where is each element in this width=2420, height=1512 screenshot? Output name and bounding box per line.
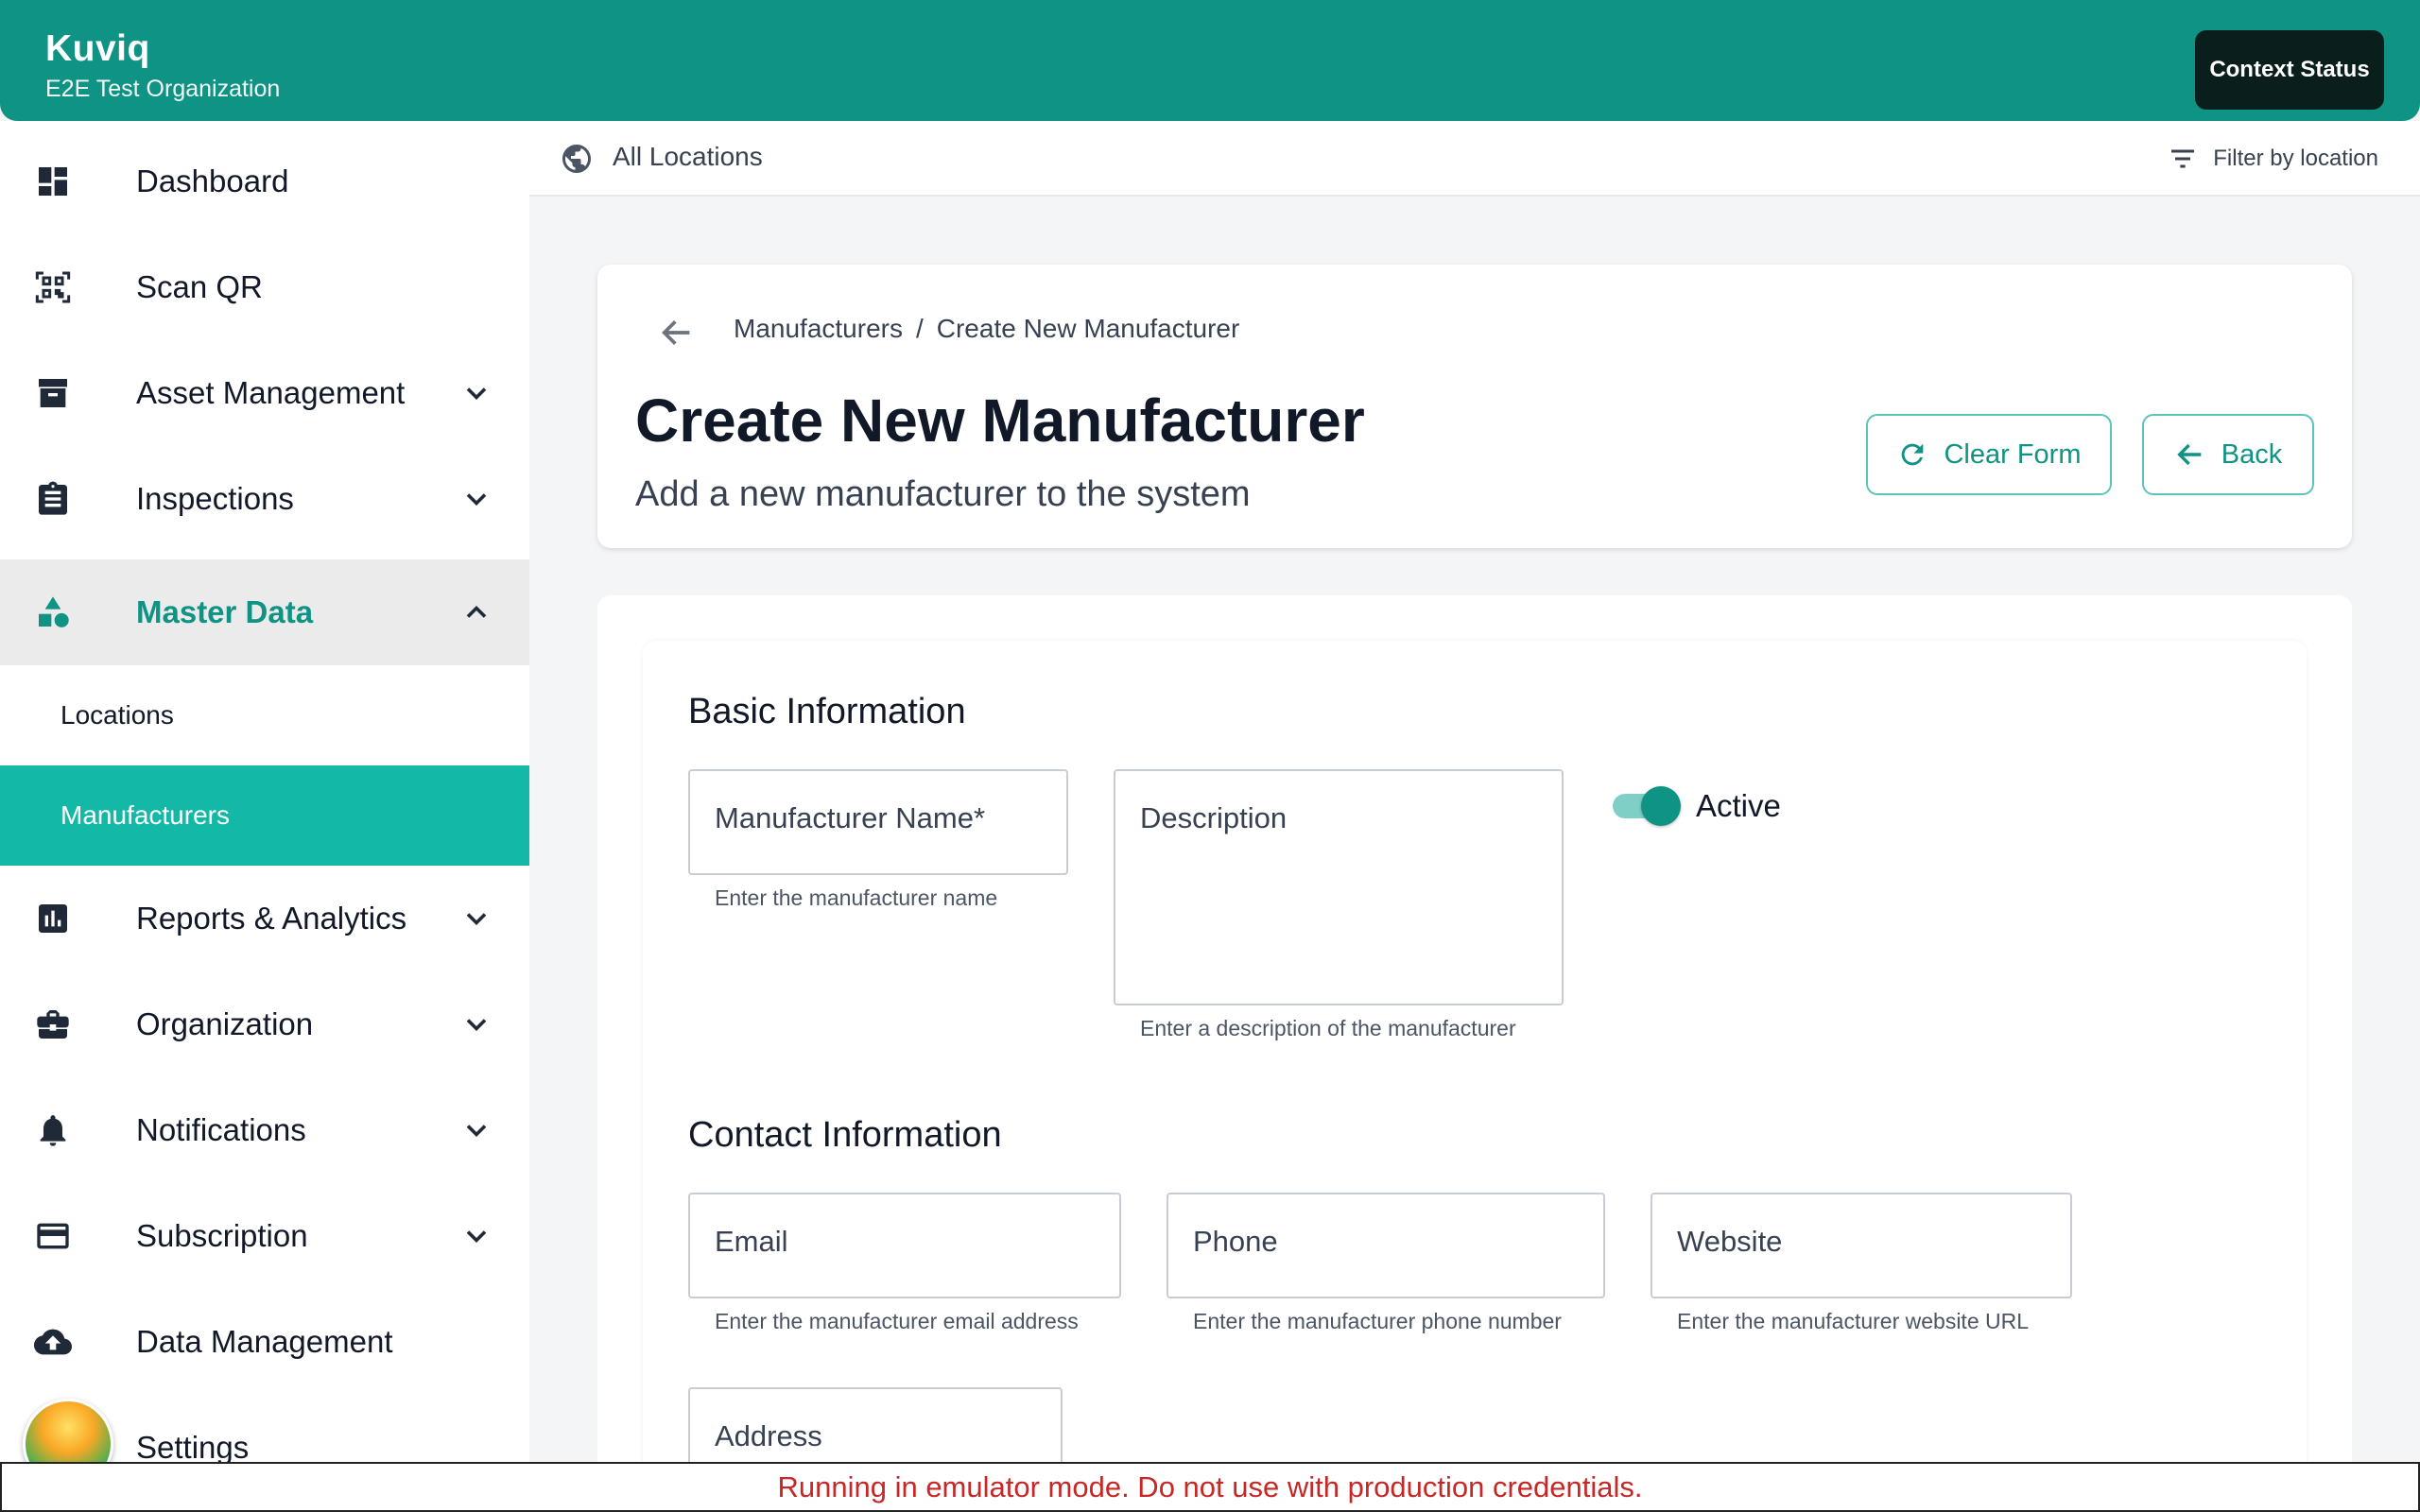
manufacturer-name-placeholder: Manufacturer Name*: [715, 801, 986, 834]
location-selector[interactable]: All Locations: [613, 142, 763, 172]
qr-scan-icon: [32, 266, 74, 308]
sidebar-item-label: Dashboard: [136, 163, 289, 198]
email-helper: Enter the manufacturer email address: [715, 1309, 1079, 1333]
context-status-button[interactable]: Context Status: [2195, 30, 2384, 110]
contact-information-heading: Contact Information: [688, 1115, 1002, 1155]
basic-information-heading: Basic Information: [688, 692, 966, 731]
chevron-up-icon: [466, 605, 487, 618]
brand: Kuviq E2E Test Organization: [45, 28, 280, 103]
chevron-down-icon: [466, 1019, 487, 1032]
filter-by-location-button[interactable]: Filter by location: [2168, 144, 2378, 174]
page-subtitle: Add a new manufacturer to the system: [635, 474, 1251, 514]
chevron-down-icon: [466, 1125, 487, 1138]
sidebar-item-scan-qr[interactable]: Scan QR: [0, 234, 529, 340]
breadcrumb-separator: /: [915, 314, 924, 343]
sidebar-subitem-label: Manufacturers: [60, 800, 230, 830]
refresh-icon: [1902, 443, 1924, 466]
archive-box-icon: [32, 372, 74, 414]
sidebar-item-label: Subscription: [136, 1218, 308, 1253]
sidebar-item-inspections[interactable]: Inspections: [0, 446, 529, 552]
sidebar-item-subscription[interactable]: Subscription: [0, 1183, 529, 1289]
cloud-upload-icon: [32, 1321, 74, 1363]
credit-card-icon: [32, 1215, 74, 1257]
address-placeholder: Address: [715, 1419, 822, 1452]
sidebar-item-label: Asset Management: [136, 375, 406, 410]
sidebar-item-master-data[interactable]: Master Data: [0, 559, 529, 665]
sidebar: Dashboard Scan QR Asset Management Inspe…: [0, 121, 529, 1512]
description-helper: Enter a description of the manufacturer: [1140, 1016, 1516, 1040]
sidebar-item-organization[interactable]: Organization: [0, 971, 529, 1077]
filter-label: Filter by location: [2213, 146, 2378, 171]
phone-helper: Enter the manufacturer phone number: [1193, 1309, 1562, 1333]
website-helper: Enter the manufacturer website URL: [1677, 1309, 2030, 1333]
back-button[interactable]: Back: [2142, 414, 2314, 495]
shapes-icon: [32, 592, 74, 633]
app-header: Kuviq E2E Test Organization Context Stat…: [0, 0, 2420, 121]
sidebar-subitem-manufacturers[interactable]: Manufacturers: [0, 765, 529, 866]
sidebar-item-data-management[interactable]: Data Management: [0, 1289, 529, 1395]
sidebar-item-dashboard[interactable]: Dashboard: [0, 129, 529, 234]
chevron-down-icon: [466, 387, 487, 401]
sidebar-item-label: Data Management: [136, 1324, 393, 1359]
sidebar-item-label: Inspections: [136, 481, 294, 516]
bell-icon: [32, 1109, 74, 1151]
phone-placeholder: Phone: [1193, 1225, 1278, 1258]
breadcrumb: Manufacturers / Create New Manufacturer: [734, 314, 1239, 344]
form-card: [597, 595, 2352, 1512]
briefcase-icon: [32, 1004, 74, 1045]
emulator-warning-banner: Running in emulator mode. Do not use wit…: [0, 1462, 2420, 1512]
clipboard-icon: [32, 478, 74, 520]
clear-form-button[interactable]: Clear Form: [1866, 414, 2112, 495]
sidebar-item-label: Organization: [136, 1006, 314, 1041]
sidebar-item-reports-analytics[interactable]: Reports & Analytics: [0, 866, 529, 971]
toggle-knob: [1641, 786, 1681, 826]
website-placeholder: Website: [1677, 1225, 1783, 1258]
clear-form-label: Clear Form: [1944, 438, 2082, 470]
email-field[interactable]: Email: [688, 1193, 1121, 1298]
organization-name: E2E Test Organization: [45, 76, 281, 102]
email-placeholder: Email: [715, 1225, 788, 1258]
sidebar-item-label: Notifications: [136, 1112, 306, 1147]
sidebar-item-label: Reports & Analytics: [136, 901, 407, 936]
active-toggle[interactable]: [1609, 784, 1685, 826]
phone-field[interactable]: Phone: [1167, 1193, 1605, 1298]
manufacturer-name-field[interactable]: Manufacturer Name*: [688, 769, 1068, 875]
dashboard-icon: [32, 161, 74, 202]
sidebar-subitem-label: Locations: [60, 700, 174, 730]
breadcrumb-current: Create New Manufacturer: [936, 314, 1240, 343]
sidebar-item-notifications[interactable]: Notifications: [0, 1077, 529, 1183]
page-header-card: Manufacturers / Create New Manufacturer Cr…: [597, 265, 2352, 548]
chevron-down-icon: [466, 913, 487, 926]
description-placeholder: Description: [1140, 801, 1288, 834]
manufacturer-name-helper: Enter the manufacturer name: [715, 885, 998, 910]
sidebar-item-label: Settings: [136, 1430, 250, 1465]
app-name: Kuviq: [45, 28, 150, 69]
chevron-down-icon: [466, 493, 487, 507]
sidebar-item-label: Scan QR: [136, 269, 263, 304]
filter-icon: [2171, 149, 2195, 168]
description-field[interactable]: Description: [1114, 769, 1564, 1005]
chevron-down-icon: [466, 1230, 487, 1244]
globe-icon: [562, 145, 591, 173]
active-label: Active: [1696, 788, 1781, 823]
website-field[interactable]: Website: [1651, 1193, 2072, 1298]
breadcrumb-manufacturers[interactable]: Manufacturers: [734, 314, 903, 343]
location-bar: All Locations Filter by location: [529, 121, 2420, 197]
page-title: Create New Manufacturer: [635, 387, 1365, 455]
arrow-left-icon: [2177, 443, 2202, 466]
back-arrow-icon[interactable]: [658, 314, 696, 352]
sidebar-subitem-locations[interactable]: Locations: [0, 665, 529, 765]
back-label: Back: [2221, 438, 2283, 470]
sidebar-item-label: Master Data: [136, 594, 314, 629]
bar-chart-icon: [32, 898, 74, 939]
sidebar-item-asset-management[interactable]: Asset Management: [0, 340, 529, 446]
